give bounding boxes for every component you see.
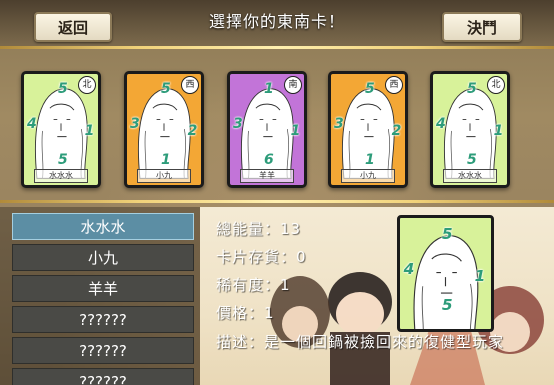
list-item[interactable]: 水水水 (12, 213, 194, 240)
card-stat-left: 3 (333, 116, 344, 133)
card-stat-right: 1 (493, 122, 504, 139)
card-stat-right: 2 (187, 122, 198, 139)
card-list: 水水水 小九 羊羊 ?????? ?????? ?????? (0, 207, 200, 385)
card-stat-left: 3 (232, 116, 243, 133)
direction-badge: 南 (284, 76, 302, 94)
card-slot-2[interactable]: 西小九 5 3 2 1 (124, 71, 204, 188)
list-item[interactable]: 羊羊 (12, 275, 194, 302)
rarity-text: 稀有度：1 (216, 276, 291, 294)
energy-text: 總能量：13 (216, 220, 302, 238)
divider-line (0, 46, 554, 49)
card-slot-1[interactable]: 北水水水 5 4 1 5 (21, 71, 101, 188)
list-item[interactable]: ?????? (12, 368, 194, 385)
card-stat-top: 5 (58, 80, 68, 97)
card-stat-bottom: 1 (161, 151, 171, 168)
price-text: 價格：1 (216, 304, 275, 322)
card-stat-right: 1 (290, 122, 301, 139)
card-stat-bottom: 5 (467, 151, 477, 168)
card-name-label: 小九 (137, 169, 191, 183)
card-stat-left: 4 (26, 116, 37, 133)
card-slot-5[interactable]: 北水水水 5 4 1 5 (430, 71, 510, 188)
card-name-label: 水水水 (34, 169, 88, 183)
card-stat-top: 5 (161, 80, 171, 97)
game-screen: 返回 選擇你的東南卡！ 決鬥 北水水水 5 4 1 5 西小九 5 3 2 1 南羊羊 1 3 1 6 … (0, 0, 554, 385)
card-stat-top: 1 (264, 80, 274, 97)
card-stat-bottom: 5 (58, 151, 68, 168)
card-stat-right: 1 (474, 266, 486, 285)
card-stat-left: 3 (129, 116, 140, 133)
card-stat-bottom: 5 (441, 295, 453, 314)
card-stat-right: 1 (84, 122, 95, 139)
list-item[interactable]: 小九 (12, 244, 194, 271)
direction-badge: 西 (385, 76, 403, 94)
card-name-label: 羊羊 (240, 169, 294, 183)
card-stat-left: 4 (435, 116, 446, 133)
card-slot-3[interactable]: 南羊羊 1 3 1 6 (227, 71, 307, 188)
card-stat-bottom: 6 (264, 151, 274, 168)
card-row: 北水水水 5 4 1 5 西小九 5 3 2 1 南羊羊 1 3 1 6 西小九 5 3 2 1 北水水水 5 4 1… (0, 58, 554, 198)
list-item[interactable]: ?????? (12, 337, 194, 364)
card-stat-left: 4 (403, 260, 415, 279)
divider-line (0, 200, 554, 203)
direction-badge: 北 (487, 76, 505, 94)
description-text: 描述：是一個回鍋被撿回來的復健型玩家 (216, 333, 505, 351)
direction-badge: 北 (78, 76, 96, 94)
card-stat-right: 2 (391, 122, 402, 139)
stock-text: 卡片存貨：0 (216, 248, 307, 266)
list-item[interactable]: ?????? (12, 306, 194, 333)
card-name-label: 水水水 (443, 169, 497, 183)
card-slot-4[interactable]: 西小九 5 3 2 1 (328, 71, 408, 188)
card-name-label: 小九 (341, 169, 395, 183)
duel-button[interactable]: 決鬥 (442, 12, 522, 42)
card-stat-top: 5 (441, 224, 453, 243)
card-stat-bottom: 1 (365, 151, 375, 168)
card-stat-top: 5 (467, 80, 477, 97)
card-stat-top: 5 (365, 80, 375, 97)
direction-badge: 西 (181, 76, 199, 94)
preview-card: 北水水水5415 (397, 215, 494, 332)
